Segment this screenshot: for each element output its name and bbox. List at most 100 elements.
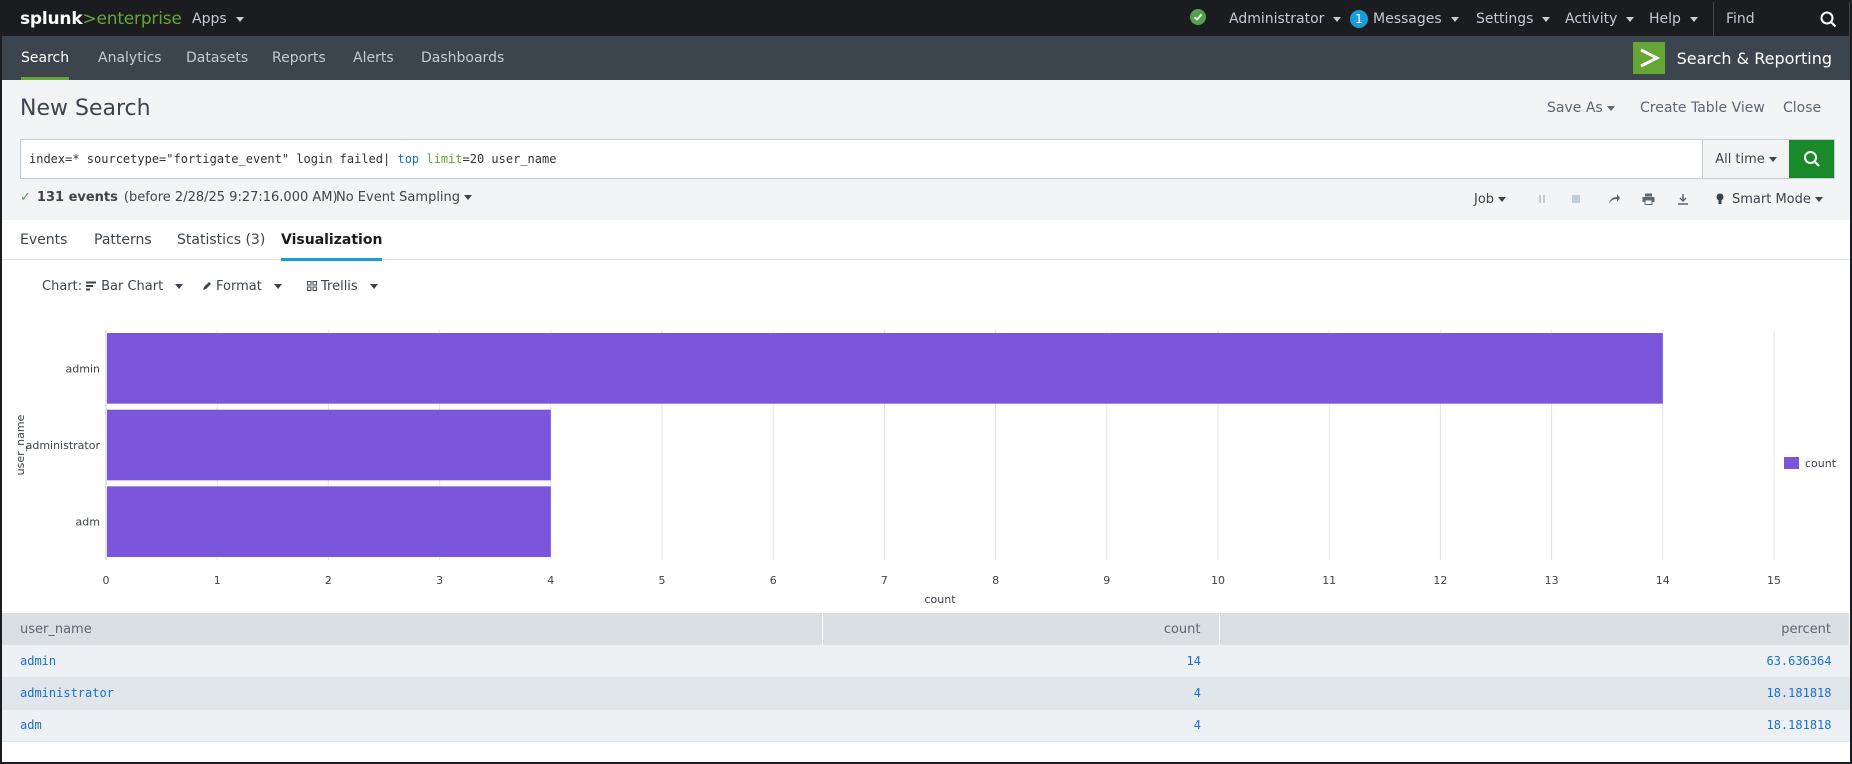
- save-as-button[interactable]: Save As: [1547, 100, 1615, 116]
- search-bar: index=* sourcetype="fortigate_event" log…: [20, 139, 1835, 179]
- tab-statistics[interactable]: Statistics (3): [177, 220, 265, 260]
- time-range-picker[interactable]: All time: [1702, 140, 1789, 178]
- chevron-down-icon: [1606, 105, 1615, 111]
- x-tick-label: 0: [103, 574, 110, 587]
- job-menu[interactable]: Job: [1474, 188, 1507, 210]
- event-sampling-dropdown[interactable]: No Event Sampling: [336, 190, 473, 205]
- table-header-row: user_name count percent: [2, 613, 1850, 645]
- messages-menu[interactable]: 1 Messages: [1350, 2, 1459, 36]
- cell-user-name[interactable]: administrator: [2, 677, 822, 710]
- x-tick-label: 5: [659, 574, 666, 587]
- stop-icon: [1572, 195, 1580, 203]
- bar-chart-svg: 0 1 2 3 4 5 6 7 8 9 10 11 12 13 14 15adminadministrator…: [14, 330, 1837, 606]
- print-button[interactable]: [1642, 188, 1655, 210]
- format-menu[interactable]: Format: [202, 274, 282, 298]
- chart-type-picker[interactable]: Chart: Bar Chart: [42, 274, 184, 298]
- share-icon: [1609, 194, 1620, 204]
- check-icon: ✓: [20, 190, 31, 205]
- column-header-user-name[interactable]: user_name: [2, 613, 823, 645]
- cell-percent[interactable]: 18.181818: [1219, 709, 1850, 742]
- y-tick-label: administrator: [26, 439, 101, 452]
- app-tab-alerts[interactable]: Alerts: [353, 36, 394, 80]
- splunk-logo[interactable]: splunk>enterprise: [20, 9, 182, 29]
- cell-user-name[interactable]: admin: [2, 645, 822, 678]
- app-tab-datasets[interactable]: Datasets: [186, 36, 248, 80]
- tab-patterns[interactable]: Patterns: [94, 220, 152, 260]
- x-tick-label: 3: [436, 574, 443, 587]
- share-button[interactable]: [1608, 188, 1621, 210]
- x-tick-label: 10: [1211, 574, 1225, 587]
- search-submit-button[interactable]: [1789, 140, 1834, 178]
- x-tick-label: 13: [1545, 574, 1559, 587]
- messages-count-badge: 1: [1350, 10, 1368, 28]
- search-icon: [1803, 151, 1820, 167]
- cell-count[interactable]: 4: [822, 709, 1219, 742]
- create-table-view-button[interactable]: Create Table View: [1640, 100, 1765, 116]
- chevron-down-icon: [369, 283, 378, 289]
- app-tab-analytics[interactable]: Analytics: [98, 36, 162, 80]
- trellis-menu[interactable]: Trellis: [307, 274, 378, 298]
- statistics-table: user_name count percent admin 14 63.6363…: [2, 613, 1850, 742]
- search-query-input[interactable]: index=* sourcetype="fortigate_event" log…: [21, 140, 1702, 178]
- column-header-count[interactable]: count: [822, 613, 1220, 645]
- chevron-down-icon: [464, 195, 473, 200]
- bar[interactable]: [107, 486, 551, 557]
- cell-count[interactable]: 14: [822, 645, 1219, 678]
- events-before-time: (before 2/28/25 9:27:16.000 AM): [123, 190, 338, 205]
- settings-menu[interactable]: Settings: [1476, 2, 1551, 36]
- cell-percent[interactable]: 18.181818: [1219, 677, 1850, 710]
- app-tab-reports[interactable]: Reports: [272, 36, 326, 80]
- pause-icon: [1539, 195, 1545, 203]
- table-row: adm 4 18.181818: [2, 709, 1850, 742]
- tab-visualization[interactable]: Visualization: [281, 220, 383, 261]
- x-tick-label: 14: [1656, 574, 1670, 587]
- chevron-down-icon: [1450, 16, 1459, 22]
- legend-label[interactable]: count: [1805, 457, 1837, 470]
- x-tick-label: 2: [325, 574, 332, 587]
- x-tick-label: 1: [214, 574, 221, 587]
- stop-button[interactable]: [1571, 188, 1581, 210]
- bar[interactable]: [107, 409, 551, 481]
- cell-count[interactable]: 4: [822, 677, 1219, 710]
- top-navbar: splunk>enterprise Apps Administrator 1 M…: [2, 2, 1850, 36]
- results-table: user_name count percent admin 14 63.6363…: [2, 613, 1850, 742]
- apps-menu[interactable]: Apps: [192, 2, 244, 36]
- column-header-percent[interactable]: percent: [1219, 613, 1850, 645]
- legend-swatch[interactable]: [1784, 457, 1799, 469]
- search-header: New Search Save As Create Table View Clo…: [2, 80, 1850, 220]
- bar[interactable]: [107, 333, 1663, 404]
- x-tick-label: 12: [1433, 574, 1447, 587]
- tab-events[interactable]: Events: [20, 220, 67, 260]
- chevron-down-icon: [1768, 156, 1777, 162]
- find-input[interactable]: Find: [1713, 2, 1850, 36]
- health-status-icon[interactable]: [1190, 9, 1206, 25]
- y-axis-title: user_name: [14, 414, 27, 475]
- search-icon: [1820, 11, 1837, 27]
- user-menu[interactable]: Administrator: [1229, 2, 1342, 36]
- app-tab-search[interactable]: Search: [21, 36, 70, 80]
- cell-percent[interactable]: 63.636364: [1219, 645, 1850, 678]
- chevron-down-icon: [1626, 16, 1635, 22]
- app-title[interactable]: Search & Reporting: [1632, 41, 1832, 75]
- chevron-down-icon: [1689, 16, 1698, 22]
- close-button[interactable]: Close: [1783, 100, 1821, 116]
- app-tab-dashboards[interactable]: Dashboards: [421, 36, 504, 80]
- grid-icon: [307, 281, 317, 291]
- export-button[interactable]: [1677, 188, 1689, 210]
- print-icon: [1642, 193, 1655, 205]
- lightbulb-icon: [1716, 193, 1724, 204]
- x-tick-label: 9: [1103, 574, 1110, 587]
- x-tick-label: 8: [992, 574, 999, 587]
- app-navbar: Search Analytics Datasets Reports Alerts…: [2, 36, 1850, 80]
- search-mode-dropdown[interactable]: Smart Mode: [1716, 188, 1823, 210]
- chevron-down-icon: [1542, 16, 1551, 22]
- activity-menu[interactable]: Activity: [1565, 2, 1635, 36]
- x-tick-label: 7: [881, 574, 888, 587]
- pause-button[interactable]: [1537, 188, 1547, 210]
- search-status: ✓ 131 events (before 2/28/25 9:27:16.000…: [20, 190, 338, 205]
- table-row: admin 14 63.636364: [2, 645, 1850, 678]
- chevron-down-icon: [1498, 196, 1507, 202]
- cell-user-name[interactable]: adm: [2, 709, 822, 742]
- help-menu[interactable]: Help: [1649, 2, 1698, 36]
- events-count[interactable]: 131 events: [37, 190, 118, 205]
